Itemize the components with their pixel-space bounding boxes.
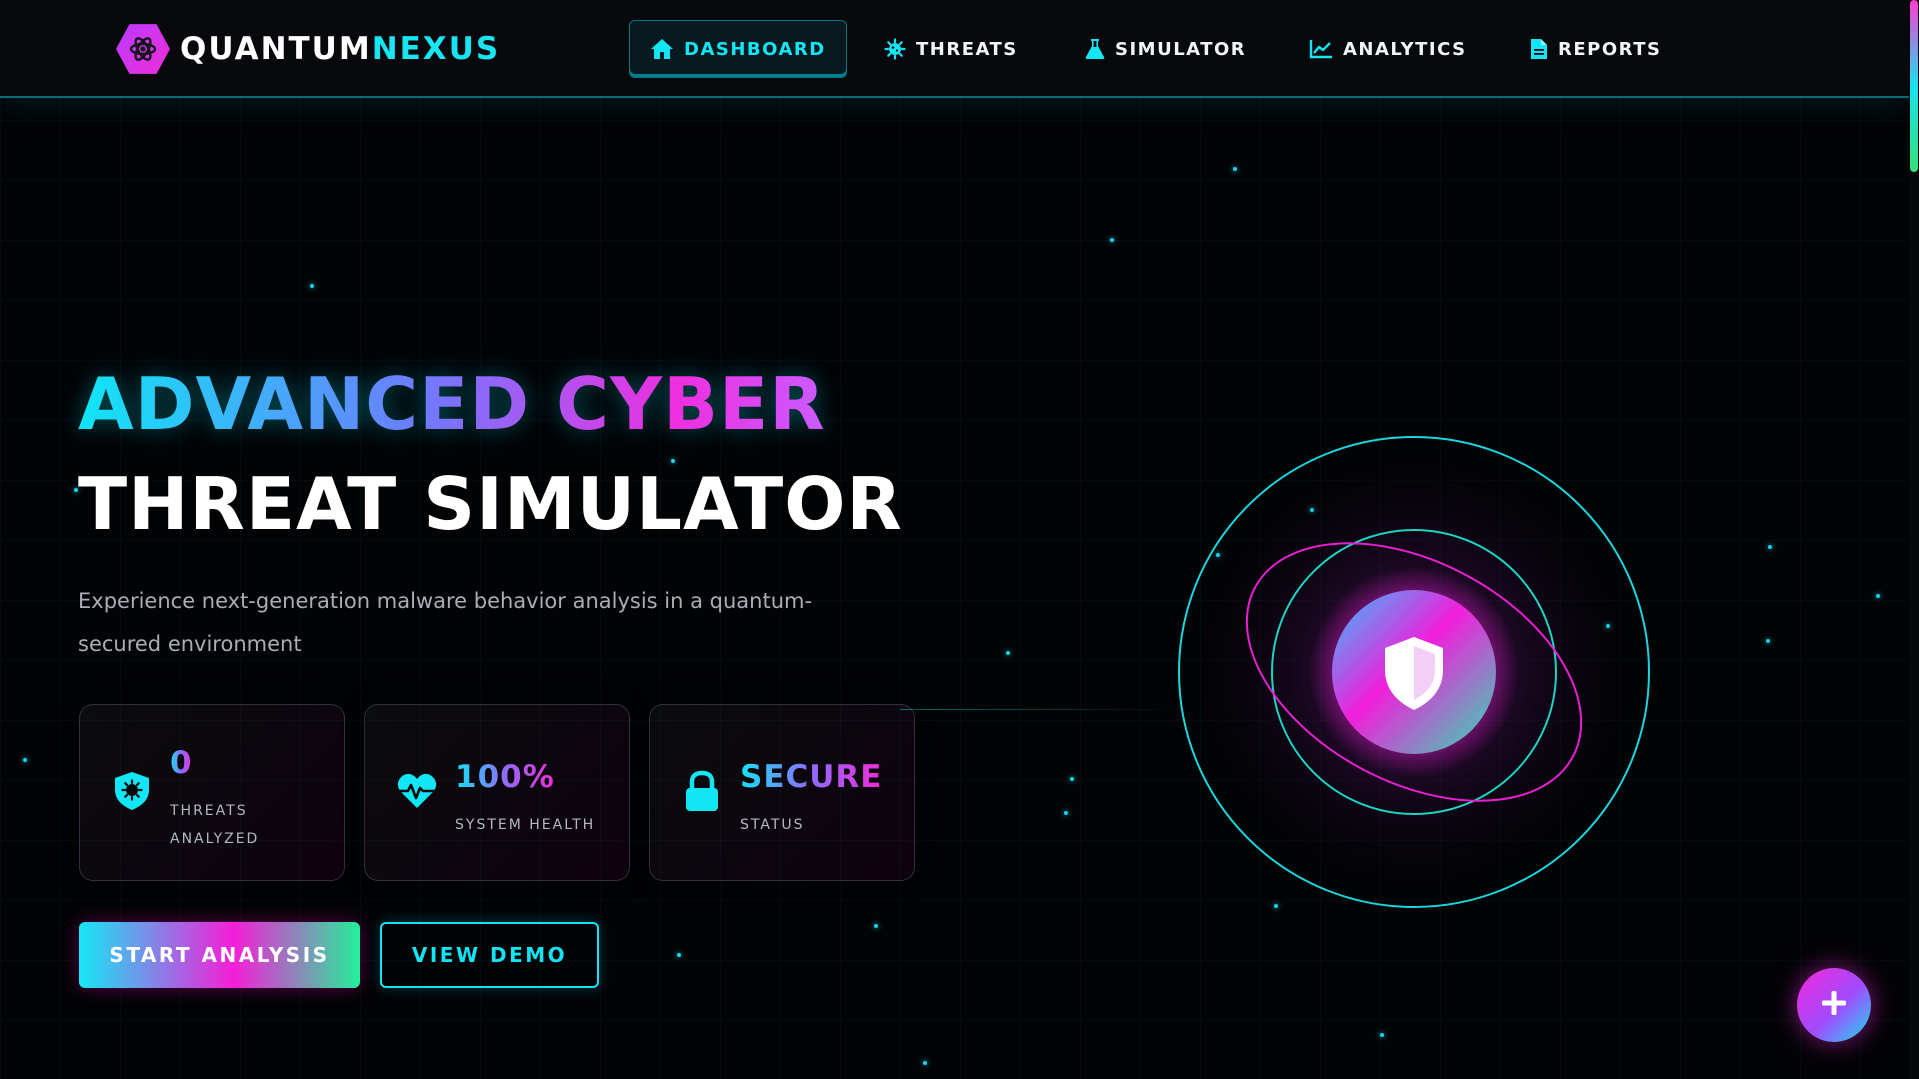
heart-pulse-icon [395, 769, 439, 813]
stat-card-threats: 0 THREATS ANALYZED [79, 704, 345, 881]
particle-dot [1070, 777, 1074, 781]
chart-line-icon [1309, 39, 1333, 59]
nav-dashboard[interactable]: DASHBOARD [629, 20, 847, 78]
particle-dot [874, 924, 878, 928]
nav-reports[interactable]: REPORTS [1530, 20, 1661, 78]
particle-dot [23, 758, 27, 762]
virus-icon [884, 38, 906, 60]
particle-dot [1233, 167, 1237, 171]
file-icon [1530, 38, 1548, 60]
stat-value: 0 [170, 745, 193, 781]
particle-dot [923, 1061, 927, 1065]
nav-label: ANALYTICS [1343, 38, 1467, 60]
hero-title: THREAT SIMULATOR [78, 462, 903, 546]
shield-virus-icon [110, 769, 154, 813]
page-scrollbar[interactable] [1909, 0, 1919, 1079]
nav-label: SIMULATOR [1115, 38, 1247, 60]
stat-label: THREATS ANALYZED [170, 803, 260, 847]
particle-dot [1006, 651, 1010, 655]
plus-icon [1820, 989, 1848, 1021]
nav-simulator[interactable]: SIMULATOR [1085, 20, 1246, 78]
particle-dot [677, 953, 681, 957]
scan-line [900, 709, 1180, 710]
scrollbar-thumb[interactable] [1910, 0, 1918, 172]
particle-dot [1876, 594, 1880, 598]
particle-dot [1766, 639, 1770, 643]
flask-icon [1085, 38, 1105, 60]
hero-title-gradient: ADVANCED CYBER [78, 362, 826, 446]
stat-value: 100% [455, 759, 555, 795]
nav-threats[interactable]: THREATS [884, 20, 1018, 78]
particle-dot [1064, 811, 1068, 815]
nav-label: DASHBOARD [684, 38, 826, 60]
view-demo-button[interactable]: VIEW DEMO [380, 922, 599, 988]
start-analysis-button[interactable]: START ANALYSIS [79, 922, 360, 988]
nav-analytics[interactable]: ANALYTICS [1309, 20, 1467, 78]
particle-dot [310, 284, 314, 288]
security-orb [1170, 420, 1660, 920]
nav-label: THREATS [916, 38, 1018, 60]
nav-label: REPORTS [1558, 38, 1662, 60]
home-icon [650, 38, 674, 60]
stat-card-status: SECURE STATUS [649, 704, 915, 881]
particle-dot [1768, 545, 1772, 549]
stat-card-health: 100% SYSTEM HEALTH [364, 704, 630, 881]
add-fab-button[interactable] [1797, 968, 1871, 1042]
stat-value: SECURE [740, 759, 883, 795]
top-navbar: QUANTUMNEXUS DASHBOARD THREATS SIMULATOR… [0, 0, 1909, 98]
hero-subtitle: Experience next-generation malware behav… [78, 589, 813, 656]
particle-dot [1380, 1033, 1384, 1037]
main-nav: DASHBOARD THREATS SIMULATOR ANALYTICS RE… [0, 20, 1909, 78]
lock-icon [680, 769, 724, 813]
stat-label: STATUS [740, 817, 805, 833]
particle-dot [1110, 238, 1114, 242]
stat-label: SYSTEM HEALTH [455, 817, 596, 833]
